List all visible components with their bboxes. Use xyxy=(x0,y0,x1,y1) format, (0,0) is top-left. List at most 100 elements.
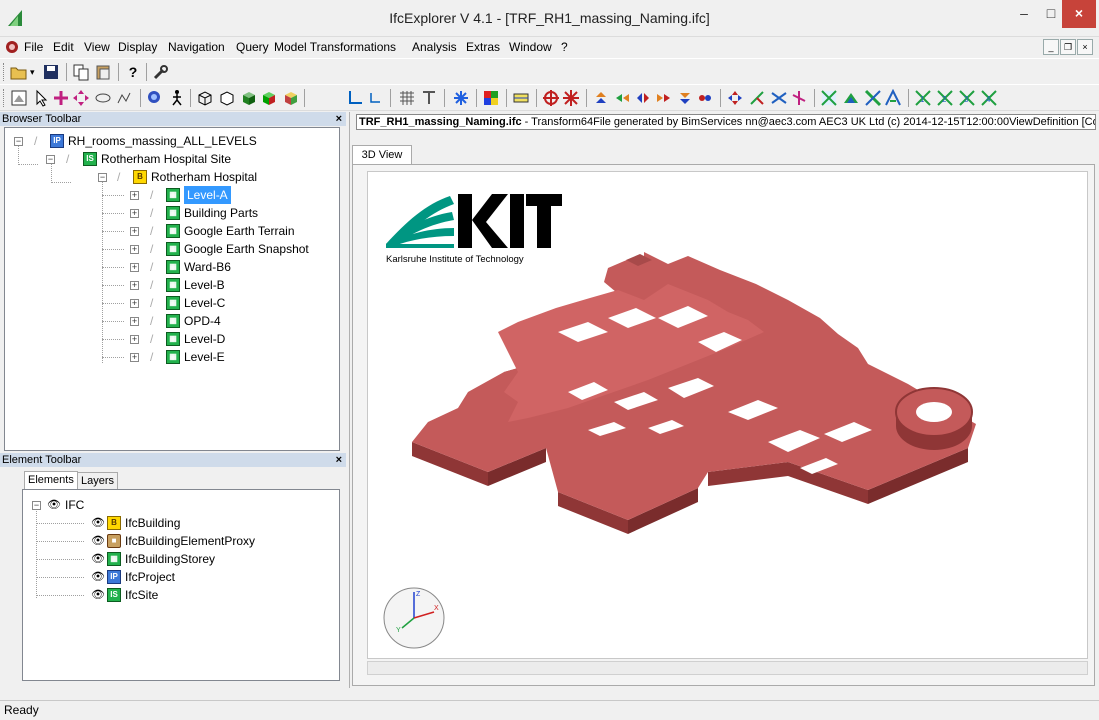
visibility-toggle-icon[interactable]: / xyxy=(150,276,153,294)
collapse-icon[interactable]: − xyxy=(32,501,41,510)
expand-icon[interactable]: + xyxy=(130,227,139,236)
expand-icon[interactable]: + xyxy=(130,191,139,200)
browser-panel-close-button[interactable]: × xyxy=(336,112,342,126)
expand-icon[interactable]: + xyxy=(130,281,139,290)
plane-icon[interactable] xyxy=(420,89,438,107)
menu-window[interactable]: Window xyxy=(509,40,552,54)
clip-all-icon[interactable] xyxy=(562,89,580,107)
visibility-toggle-icon[interactable]: / xyxy=(150,258,153,276)
menu-help[interactable]: ? xyxy=(561,40,568,54)
menu-edit[interactable]: Edit xyxy=(53,40,74,54)
building-model[interactable] xyxy=(412,252,976,534)
collapse-icon[interactable]: − xyxy=(14,137,23,146)
visibility-toggle-icon[interactable]: / xyxy=(150,312,153,330)
eye-icon[interactable]: 👁 xyxy=(47,496,61,514)
visibility-toggle-icon[interactable]: / xyxy=(66,150,69,168)
collapse-icon[interactable]: − xyxy=(46,155,55,164)
rotate-icon[interactable] xyxy=(52,89,70,107)
view-preset-2-icon[interactable] xyxy=(842,89,860,107)
menu-file[interactable]: File xyxy=(24,40,43,54)
toolbar-grip[interactable] xyxy=(3,89,6,107)
solid-cube-icon[interactable] xyxy=(260,89,278,107)
grid-icon[interactable] xyxy=(398,89,416,107)
mdi-minimize-button[interactable]: _ xyxy=(1043,39,1059,55)
paste-icon[interactable] xyxy=(94,63,112,81)
pan-icon[interactable] xyxy=(72,89,90,107)
document-icon[interactable] xyxy=(4,39,20,55)
hidden-line-cube-icon[interactable] xyxy=(218,89,236,107)
axes-icon[interactable] xyxy=(346,89,364,107)
expand-icon[interactable]: + xyxy=(130,317,139,326)
menu-extras[interactable]: Extras xyxy=(466,40,500,54)
textured-cube-icon[interactable] xyxy=(282,89,300,107)
view-preset-1-icon[interactable] xyxy=(820,89,838,107)
visibility-toggle-icon[interactable]: / xyxy=(150,330,153,348)
camera-4-icon[interactable]: 4 xyxy=(980,89,998,107)
eye-icon[interactable]: 👁 xyxy=(91,514,105,532)
wrench-icon[interactable] xyxy=(152,63,170,81)
camera-2-icon[interactable]: 2 xyxy=(936,89,954,107)
menu-navigation[interactable]: Navigation xyxy=(168,40,225,54)
clip-plane-icon[interactable] xyxy=(542,89,560,107)
menu-display[interactable]: Display xyxy=(118,40,157,54)
close-button[interactable]: × xyxy=(1062,0,1096,28)
move-reset-icon[interactable] xyxy=(696,89,714,107)
axes-small-icon[interactable] xyxy=(366,89,384,107)
visibility-toggle-icon[interactable]: / xyxy=(150,204,153,222)
fit-view-icon[interactable] xyxy=(10,89,28,107)
orbit-icon[interactable] xyxy=(94,89,112,107)
visibility-toggle-icon[interactable]: / xyxy=(117,168,120,186)
move-right-icon[interactable] xyxy=(654,89,672,107)
eye-icon[interactable]: 👁 xyxy=(91,568,105,586)
section-icon[interactable] xyxy=(512,89,530,107)
eye-icon[interactable]: 👁 xyxy=(91,532,105,550)
wireframe-cube-icon[interactable] xyxy=(196,89,214,107)
copy-icon[interactable] xyxy=(72,63,90,81)
orientation-gizmo[interactable]: Z X Y xyxy=(383,587,445,649)
menu-model-transformations[interactable]: Model Transformations xyxy=(274,40,396,54)
3d-viewport[interactable]: Karlsruhe Institute of Technology Z X Y xyxy=(367,171,1088,659)
tab-layers[interactable]: Layers xyxy=(77,472,119,490)
eye-icon[interactable]: 👁 xyxy=(91,586,105,604)
move-left-icon[interactable] xyxy=(614,89,632,107)
visibility-toggle-icon[interactable]: / xyxy=(150,222,153,240)
select-cursor-icon[interactable] xyxy=(32,89,50,107)
move-up-icon[interactable] xyxy=(592,89,610,107)
zoom-icon[interactable] xyxy=(146,89,164,107)
view-side-icon[interactable] xyxy=(770,89,788,107)
move-down-icon[interactable] xyxy=(676,89,694,107)
toolbar-grip[interactable] xyxy=(3,63,6,81)
mdi-restore-button[interactable]: ❐ xyxy=(1060,39,1076,55)
visibility-toggle-icon[interactable]: / xyxy=(150,348,153,366)
view-preset-3-icon[interactable] xyxy=(864,89,882,107)
3d-scene[interactable]: Karlsruhe Institute of Technology Z X Y xyxy=(368,172,1089,660)
menu-analysis[interactable]: Analysis xyxy=(412,40,457,54)
open-folder-icon[interactable] xyxy=(10,63,28,81)
visibility-toggle-icon[interactable]: / xyxy=(150,294,153,312)
camera-3-icon[interactable]: 3 xyxy=(958,89,976,107)
eye-icon[interactable]: 👁 xyxy=(91,550,105,568)
visibility-toggle-icon[interactable]: / xyxy=(150,240,153,258)
mdi-close-button[interactable]: × xyxy=(1077,39,1093,55)
view-front-icon[interactable] xyxy=(748,89,766,107)
menu-view[interactable]: View xyxy=(84,40,110,54)
view-preset-4-icon[interactable] xyxy=(884,89,902,107)
camera-1-icon[interactable]: 1 xyxy=(914,89,932,107)
color-palette-icon[interactable] xyxy=(482,89,500,107)
horizontal-scrollbar[interactable] xyxy=(367,661,1088,675)
shaded-cube-icon[interactable] xyxy=(240,89,258,107)
move-diag-icon[interactable] xyxy=(634,89,652,107)
menu-query[interactable]: Query xyxy=(236,40,269,54)
explode-icon[interactable] xyxy=(452,89,470,107)
visibility-toggle-icon[interactable]: / xyxy=(150,186,153,204)
expand-icon[interactable]: + xyxy=(130,335,139,344)
expand-icon[interactable]: + xyxy=(130,209,139,218)
tab-elements[interactable]: Elements xyxy=(24,471,78,490)
element-panel-close-button[interactable]: × xyxy=(336,453,342,467)
zoom-region-icon[interactable] xyxy=(116,89,134,107)
expand-icon[interactable]: + xyxy=(130,263,139,272)
collapse-icon[interactable]: − xyxy=(98,173,107,182)
view-top-icon[interactable] xyxy=(726,89,744,107)
expand-icon[interactable]: + xyxy=(130,299,139,308)
save-icon[interactable] xyxy=(42,63,60,81)
